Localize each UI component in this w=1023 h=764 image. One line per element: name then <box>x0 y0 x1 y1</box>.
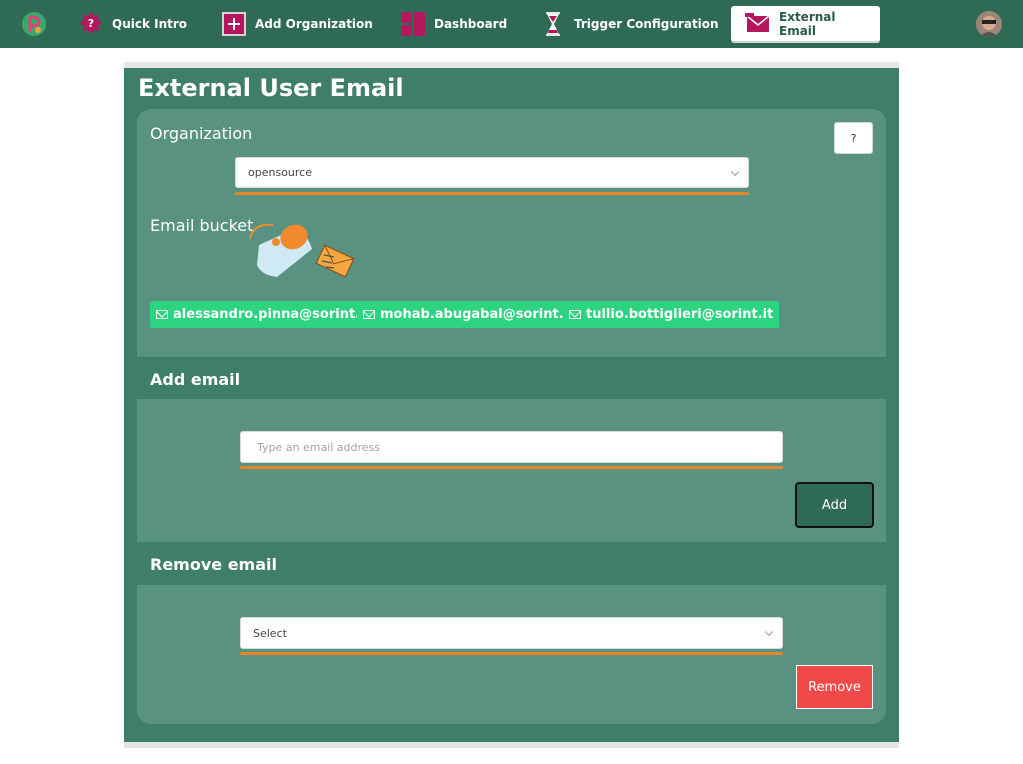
organization-select-underline <box>235 192 749 195</box>
envelope-icon <box>363 310 375 319</box>
nav-item-dashboard[interactable]: Dashboard <box>400 6 507 41</box>
question-icon: ? <box>78 11 104 37</box>
email-input-underline <box>240 466 783 469</box>
nav-item-quick-intro[interactable]: ? Quick Intro <box>78 6 187 41</box>
bucket-illustration-icon <box>247 217 375 292</box>
email-tag[interactable]: tullio.bottiglieri@sorint.it <box>563 301 780 328</box>
envelope-icon <box>156 310 168 319</box>
nav-label-add-organization: Add Organization <box>255 16 373 31</box>
organization-label: Organization <box>150 124 253 143</box>
email-tag-label: mohab.abugabal@sorint.it <box>380 307 575 322</box>
nav-label-quick-intro: Quick Intro <box>112 16 188 31</box>
nav-item-trigger-configuration[interactable]: Trigger Configuration <box>540 6 719 41</box>
chevron-down-icon <box>730 167 740 176</box>
nav-label-trigger-configuration: Trigger Configuration <box>574 16 719 31</box>
email-tag-label: alessandro.pinna@sorint.it <box>173 307 371 322</box>
add-email-card <box>137 399 886 542</box>
remove-email-select[interactable]: Select <box>240 617 783 649</box>
add-button[interactable]: Add <box>795 482 874 528</box>
svg-text:?: ? <box>88 17 94 30</box>
user-avatar[interactable] <box>976 11 1002 37</box>
envelope-icon <box>569 310 581 319</box>
page-title: External User Email <box>138 74 404 102</box>
nav-label-dashboard: Dashboard <box>434 16 508 31</box>
remove-email-select-underline <box>240 652 783 655</box>
email-tag-label: tullio.bottiglieri@sorint.it <box>586 307 774 322</box>
dashboard-icon <box>400 11 426 37</box>
remove-button[interactable]: Remove <box>796 665 873 709</box>
organization-select[interactable]: opensource <box>235 157 749 188</box>
nav-item-external-email[interactable]: External Email <box>731 6 880 41</box>
organization-select-value: opensource <box>248 166 312 179</box>
hourglass-icon <box>540 11 566 37</box>
help-button[interactable]: ? <box>834 122 873 154</box>
top-navbar: ? Quick Intro Add Organization Dashboard <box>0 0 1023 48</box>
remove-email-select-value: Select <box>253 626 287 640</box>
add-email-title: Add email <box>150 370 241 389</box>
nav-item-add-organization[interactable]: Add Organization <box>221 6 373 41</box>
remove-email-title: Remove email <box>150 555 277 574</box>
email-tag[interactable]: alessandro.pinna@sorint.it <box>150 301 377 328</box>
chevron-down-icon <box>764 627 774 637</box>
app-logo[interactable] <box>21 11 47 37</box>
plus-box-icon <box>221 11 247 37</box>
email-input[interactable] <box>240 431 783 463</box>
email-tag[interactable]: mohab.abugabal@sorint.it <box>357 301 581 328</box>
envelope-icon <box>745 11 771 37</box>
nav-label-external-email: External Email <box>779 9 836 38</box>
email-bucket-label: Email bucket <box>150 216 254 235</box>
